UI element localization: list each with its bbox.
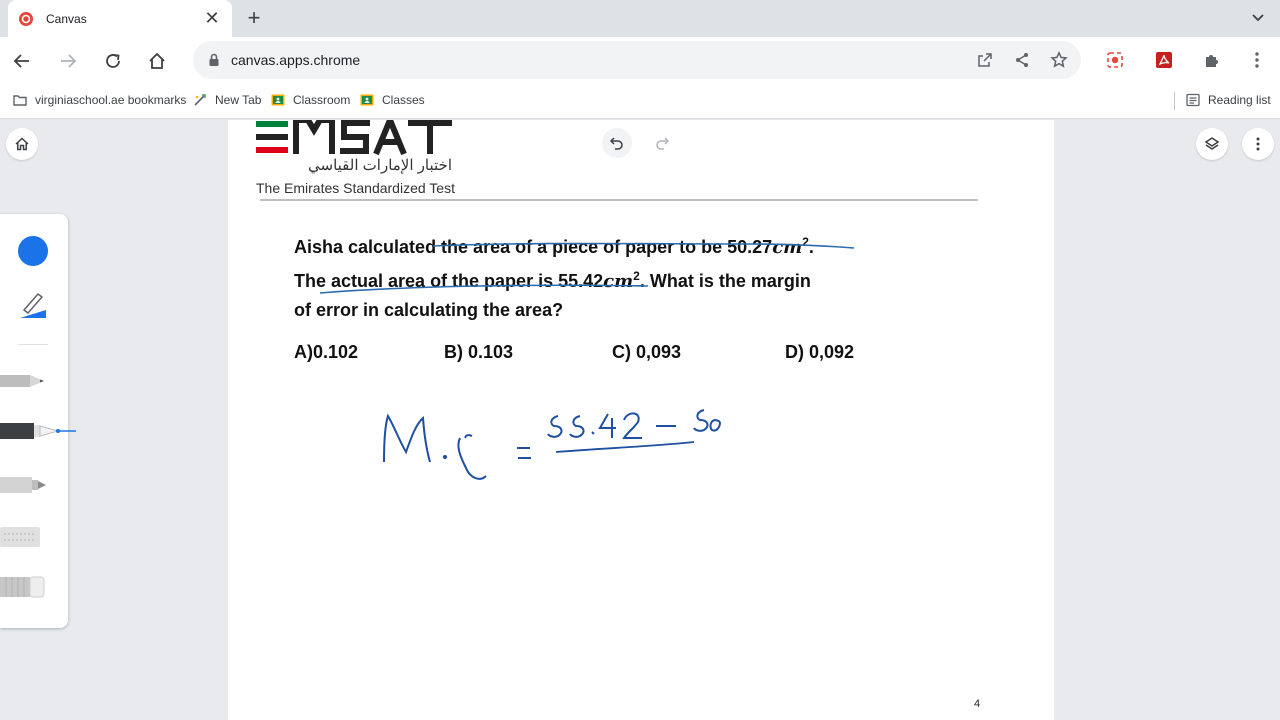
browser-toolbar: canvas.apps.chrome [0, 37, 1280, 84]
pdf-extension-icon[interactable] [1151, 47, 1177, 73]
tool-palette [0, 214, 76, 628]
open-in-app-icon[interactable] [975, 50, 995, 70]
reload-icon[interactable] [99, 47, 127, 75]
url-text[interactable]: canvas.apps.chrome [231, 52, 360, 68]
more-vert-icon [1256, 137, 1260, 151]
home-button[interactable] [6, 128, 38, 160]
tab-title: Canvas [46, 11, 87, 26]
forward-icon[interactable] [54, 47, 82, 75]
underline-stroke-2 [319, 284, 649, 294]
pen-settings-icon[interactable] [18, 288, 50, 318]
highlighter-tool-icon[interactable] [0, 524, 56, 550]
new-tab-button[interactable]: + [243, 5, 265, 30]
tab-strip: Canvas ✕ + [0, 0, 1280, 37]
google-classroom-icon [271, 93, 285, 107]
bookmark-new-tab[interactable]: New Tab [193, 93, 261, 107]
tab-canvas[interactable]: Canvas ✕ [8, 0, 232, 37]
ink-equals [517, 447, 531, 459]
canvas-favicon-icon [18, 11, 34, 27]
screen-recorder-extension-icon[interactable] [1102, 47, 1128, 73]
layers-icon [1204, 137, 1220, 150]
browser-menu-icon[interactable] [1244, 47, 1270, 73]
more-options-button[interactable] [1242, 128, 1274, 160]
palette-divider [18, 344, 48, 345]
reading-list-icon [1186, 93, 1200, 107]
pencil-tool-icon[interactable] [0, 368, 56, 394]
ink-fraction-bar [555, 441, 695, 453]
pen-tool-icon[interactable] [0, 418, 80, 444]
new-tab-bookmark-icon [193, 93, 207, 107]
home-icon [15, 137, 29, 151]
extensions-puzzle-icon[interactable] [1199, 47, 1225, 73]
home-icon[interactable] [143, 47, 171, 75]
share-icon[interactable] [1012, 50, 1032, 70]
document-page[interactable]: اختبار الإمارات القياسي The Emirates Sta… [228, 120, 1054, 720]
back-icon[interactable] [8, 47, 36, 75]
canvas-app-area: اختبار الإمارات القياسي The Emirates Sta… [0, 120, 1280, 720]
lock-icon[interactable] [207, 53, 221, 67]
page-number: 4 [974, 698, 981, 710]
folder-icon [13, 93, 27, 107]
bookmark-label: New Tab [215, 93, 262, 107]
ink-letter-m [383, 413, 431, 463]
bookmark-folder-virginiaschool[interactable]: virginiaschool.ae bookmarks [13, 93, 186, 107]
bookmark-label: Classroom [293, 93, 351, 107]
close-tab-icon[interactable]: ✕ [202, 8, 222, 29]
ink-numerator [547, 409, 721, 439]
reading-list-label: Reading list [1208, 93, 1271, 107]
bookmark-label: Classes [382, 93, 425, 107]
google-classroom-icon [360, 93, 374, 107]
bookmarks-separator [1174, 92, 1175, 110]
marker-tool-icon[interactable] [0, 472, 56, 498]
reading-list-button[interactable]: Reading list [1186, 93, 1271, 107]
address-bar[interactable]: canvas.apps.chrome [193, 41, 1081, 79]
handwriting-ink-layer[interactable] [228, 120, 1054, 720]
tab-search-chevron-icon[interactable] [1248, 8, 1268, 28]
bookmarks-bar: virginiaschool.ae bookmarks New Tab Clas… [0, 84, 1280, 119]
ink-dot [443, 455, 447, 459]
bookmark-classes[interactable]: Classes [360, 93, 425, 107]
color-picker-button[interactable] [18, 236, 48, 266]
bookmark-classroom[interactable]: Classroom [271, 93, 350, 107]
eraser-tool-icon[interactable] [0, 574, 56, 600]
underline-stroke-1 [432, 242, 855, 249]
layers-button[interactable] [1196, 128, 1228, 160]
bookmark-label: virginiaschool.ae bookmarks [35, 93, 187, 107]
ink-letter-e [457, 434, 487, 480]
bookmark-star-icon[interactable] [1049, 50, 1069, 70]
